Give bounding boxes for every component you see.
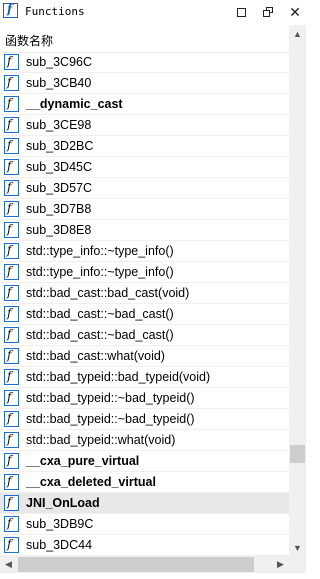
function-name: sub_3CB40: [26, 76, 92, 90]
function-name: sub_3D57C: [26, 181, 93, 195]
function-name: sub_3D8E8: [26, 223, 92, 237]
function-icon: [4, 411, 19, 427]
function-row[interactable]: sub_3D57C: [0, 178, 289, 199]
function-icon: [4, 390, 19, 406]
function-row[interactable]: sub_3DC44: [0, 535, 289, 556]
function-icon: [4, 537, 19, 553]
function-list[interactable]: sub_3C96C sub_3CB40 __dynamic_cast sub_3CE9…: [0, 52, 289, 556]
function-icon: [4, 201, 19, 217]
column-header-label: 函数名称: [5, 34, 54, 48]
function-row[interactable]: sub_3C96C: [0, 52, 289, 73]
function-name: std::bad_typeid::~bad_typeid(): [26, 391, 195, 405]
maximize-button[interactable]: [231, 3, 251, 22]
restore-button[interactable]: [258, 3, 278, 22]
scroll-right-button[interactable]: ▶: [272, 556, 289, 573]
function-name: std::type_info::~type_info(): [26, 244, 174, 258]
function-row[interactable]: JNI_OnLoad: [0, 493, 289, 514]
window-edge: [0, 573, 316, 579]
function-row[interactable]: std::bad_typeid::~bad_typeid(): [0, 388, 289, 409]
scroll-down-button[interactable]: ▼: [289, 539, 306, 556]
function-name: std::bad_cast::~bad_cast(): [26, 307, 174, 321]
function-row[interactable]: std::bad_cast::~bad_cast(): [0, 325, 289, 346]
function-row[interactable]: std::type_info::~type_info(): [0, 241, 289, 262]
function-name: std::bad_typeid::~bad_typeid(): [26, 412, 195, 426]
function-name: std::bad_typeid::bad_typeid(void): [26, 370, 211, 384]
function-icon: [4, 264, 19, 280]
function-row[interactable]: sub_3D2BC: [0, 136, 289, 157]
function-row[interactable]: std::bad_typeid::bad_typeid(void): [0, 367, 289, 388]
function-name: std::bad_cast::bad_cast(void): [26, 286, 190, 300]
function-icon: [4, 222, 19, 238]
function-row[interactable]: sub_3CB40: [0, 73, 289, 94]
function-name: std::bad_cast::what(void): [26, 349, 165, 363]
function-icon: [4, 474, 19, 490]
function-name: __dynamic_cast: [26, 97, 123, 111]
window-edge: [306, 25, 316, 579]
function-name: sub_3DC44: [26, 538, 93, 552]
function-icon: [4, 285, 19, 301]
scroll-up-button[interactable]: ▲: [289, 25, 306, 42]
function-row[interactable]: __dynamic_cast: [0, 94, 289, 115]
function-icon: [4, 432, 19, 448]
function-icon: [4, 495, 19, 511]
function-icon: [4, 159, 19, 175]
function-name: sub_3C96C: [26, 55, 93, 69]
function-row[interactable]: sub_3D8E8: [0, 220, 289, 241]
function-icon: [4, 243, 19, 259]
function-name: sub_3D2BC: [26, 139, 94, 153]
function-name: sub_3D45C: [26, 160, 93, 174]
function-row[interactable]: sub_3DB9C: [0, 514, 289, 535]
function-icon: [4, 96, 19, 112]
function-row[interactable]: std::type_info::~type_info(): [0, 262, 289, 283]
vertical-scrollbar[interactable]: ▲ ▼: [289, 25, 306, 556]
title-bar: Functions ✕: [0, 0, 316, 26]
function-row[interactable]: std::bad_cast::what(void): [0, 346, 289, 367]
function-icon: [4, 369, 19, 385]
function-icon: [4, 180, 19, 196]
function-icon: [4, 306, 19, 322]
function-row[interactable]: std::bad_cast::bad_cast(void): [0, 283, 289, 304]
function-icon: [4, 453, 19, 469]
function-name: sub_3DB9C: [26, 517, 94, 531]
window-title: Functions: [25, 5, 85, 18]
function-icon: [4, 75, 19, 91]
function-row[interactable]: sub_3CE98: [0, 115, 289, 136]
column-header[interactable]: 函数名称: [0, 25, 289, 53]
function-row[interactable]: std::bad_cast::~bad_cast(): [0, 304, 289, 325]
function-name: JNI_OnLoad: [26, 496, 100, 510]
function-icon: [4, 327, 19, 343]
scroll-left-button[interactable]: ◀: [0, 556, 17, 573]
function-icon: [4, 516, 19, 532]
function-row[interactable]: __cxa_deleted_virtual: [0, 472, 289, 493]
function-row[interactable]: __cxa_pure_virtual: [0, 451, 289, 472]
horizontal-scrollbar[interactable]: ◀ ▶: [0, 556, 289, 573]
function-name: __cxa_pure_virtual: [26, 454, 140, 468]
function-row[interactable]: std::bad_typeid::~bad_typeid(): [0, 409, 289, 430]
function-name: std::bad_typeid::what(void): [26, 433, 176, 447]
function-icon: [4, 117, 19, 133]
function-icon: [4, 348, 19, 364]
function-row[interactable]: sub_3D7B8: [0, 199, 289, 220]
scrollbar-corner: [289, 556, 306, 573]
horizontal-scroll-thumb[interactable]: [18, 557, 254, 572]
function-row[interactable]: std::bad_typeid::what(void): [0, 430, 289, 451]
function-icon: [4, 54, 19, 70]
close-button[interactable]: ✕: [285, 3, 305, 22]
function-name: sub_3D7B8: [26, 202, 92, 216]
function-name: sub_3CE98: [26, 118, 92, 132]
function-icon: [4, 138, 19, 154]
function-row[interactable]: sub_3D45C: [0, 157, 289, 178]
function-name: std::bad_cast::~bad_cast(): [26, 328, 174, 342]
restore-icon: [262, 7, 274, 18]
vertical-scroll-thumb[interactable]: [290, 445, 305, 463]
function-name: __cxa_deleted_virtual: [26, 475, 156, 489]
function-name: std::type_info::~type_info(): [26, 265, 174, 279]
square-icon: [236, 8, 246, 17]
function-icon: [3, 2, 18, 18]
